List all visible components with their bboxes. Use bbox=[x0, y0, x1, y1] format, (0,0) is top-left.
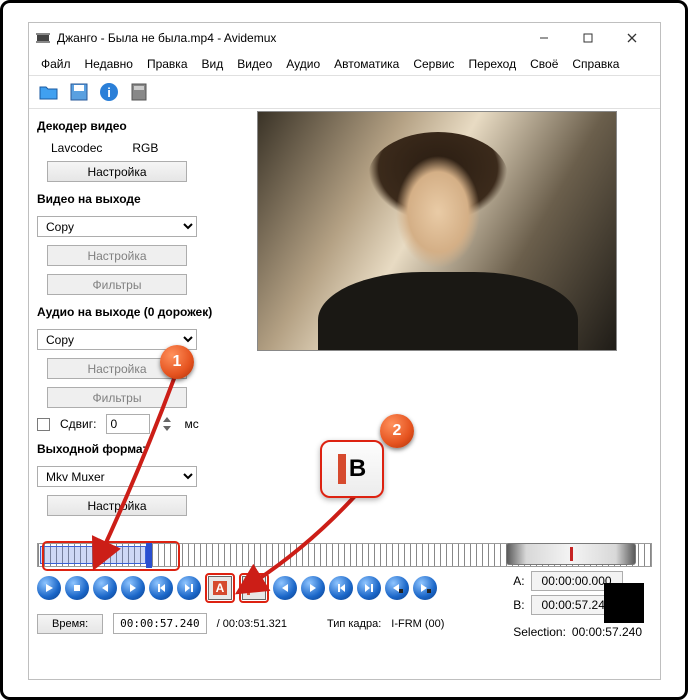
shift-checkbox[interactable] bbox=[37, 418, 50, 431]
duration-label: / 00:03:51.321 bbox=[217, 618, 287, 630]
maximize-button[interactable] bbox=[566, 24, 610, 52]
selection-label: Selection: bbox=[513, 625, 566, 639]
minimize-button[interactable] bbox=[522, 24, 566, 52]
marker-b-label: B: bbox=[513, 598, 524, 612]
menu-auto[interactable]: Автоматика bbox=[328, 55, 405, 73]
info-icon[interactable]: i bbox=[97, 80, 121, 104]
menu-edit[interactable]: Правка bbox=[141, 55, 194, 73]
video-preview bbox=[257, 111, 617, 351]
menu-help[interactable]: Справка bbox=[566, 55, 625, 73]
menu-file[interactable]: Файл bbox=[35, 55, 77, 73]
close-button[interactable] bbox=[610, 24, 654, 52]
preview-thumb bbox=[604, 583, 644, 623]
annotation-callout-2: 2 bbox=[380, 414, 414, 448]
frame-type-label: Тип кадра: bbox=[327, 618, 381, 630]
scrollwheel[interactable] bbox=[506, 543, 636, 565]
decoder-format: RGB bbox=[132, 141, 158, 155]
menu-view[interactable]: Вид bbox=[196, 55, 230, 73]
next-black-button[interactable] bbox=[413, 576, 437, 600]
open-icon[interactable] bbox=[37, 80, 61, 104]
menu-video[interactable]: Видео bbox=[231, 55, 278, 73]
video-out-filters-button: Фильтры bbox=[47, 274, 187, 295]
window-title: Джанго - Была не была.mp4 - Avidemux bbox=[57, 31, 522, 45]
annotation-magnify-b: B bbox=[320, 440, 384, 498]
prev-black-button[interactable] bbox=[385, 576, 409, 600]
time-button[interactable]: Время: bbox=[37, 614, 103, 634]
decoder-settings-button[interactable]: Настройка bbox=[47, 161, 187, 182]
annotation-callout-1: 1 bbox=[160, 345, 194, 379]
menu-audio[interactable]: Аудио bbox=[280, 55, 326, 73]
toolbar: i bbox=[29, 75, 660, 109]
marker-a-label: A: bbox=[513, 574, 524, 588]
svg-text:i: i bbox=[107, 85, 111, 100]
annotation-arrow-2 bbox=[235, 490, 375, 600]
menu-tools[interactable]: Сервис bbox=[407, 55, 460, 73]
menu-recent[interactable]: Недавно bbox=[79, 55, 139, 73]
frame-type-value: I-FRM (00) bbox=[391, 618, 444, 630]
annotation-arrow-1 bbox=[80, 370, 190, 580]
current-time-input[interactable]: 00:00:57.240 bbox=[113, 613, 206, 634]
decoder-title: Декодер видео bbox=[37, 119, 235, 133]
audio-out-title: Aудио на выходе (0 дорожек) bbox=[37, 305, 235, 319]
play-button[interactable] bbox=[37, 576, 61, 600]
save-icon[interactable] bbox=[67, 80, 91, 104]
set-marker-a-button[interactable]: A bbox=[208, 576, 232, 600]
titlebar: Джанго - Была не была.mp4 - Avidemux bbox=[29, 23, 660, 53]
menu-custom[interactable]: Своё bbox=[524, 55, 564, 73]
decoder-codec: Lavcodec bbox=[51, 141, 102, 155]
calculator-icon[interactable] bbox=[127, 80, 151, 104]
menu-go[interactable]: Переход bbox=[462, 55, 522, 73]
app-icon bbox=[35, 30, 51, 46]
video-out-title: Видео на выходе bbox=[37, 192, 235, 206]
selection-value: 00:00:57.240 bbox=[572, 625, 642, 639]
video-out-settings-button: Настройка bbox=[47, 245, 187, 266]
menubar: Файл Недавно Правка Вид Видео Аудио Авто… bbox=[29, 53, 660, 75]
video-out-select[interactable]: Copy bbox=[37, 216, 197, 237]
